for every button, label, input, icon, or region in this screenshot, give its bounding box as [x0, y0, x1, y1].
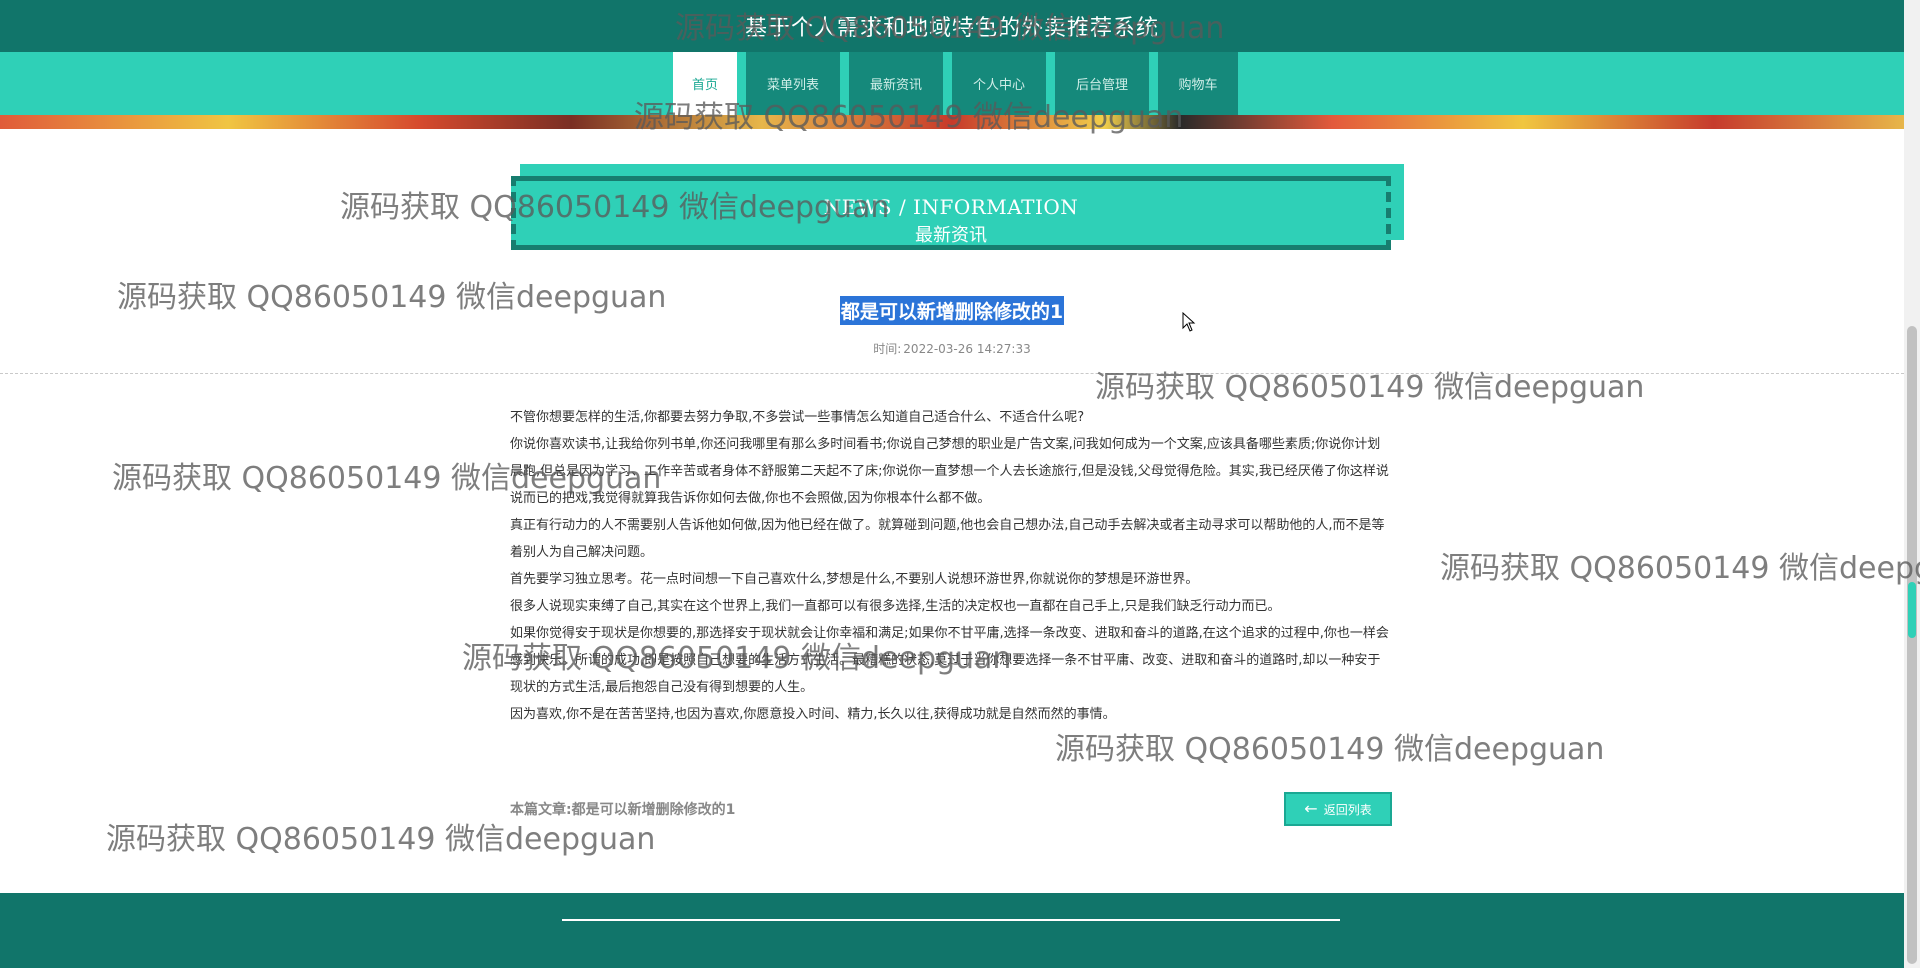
watermark: 源码获取 QQ86050149 微信deepguan — [1095, 370, 1645, 405]
page: 基于个人需求和地域特色的外卖推荐系统 首页 菜单列表 最新资讯 个人中心 后台管… — [0, 0, 1920, 968]
article-title: 都是可以新增删除修改的1 — [839, 296, 1065, 325]
article-title-wrap: 都是可以新增删除修改的1 — [0, 296, 1904, 325]
nav-item-profile[interactable]: 个人中心 — [952, 52, 1046, 115]
article-footer-title: 本篇文章:都是可以新增删除修改的1 — [510, 802, 736, 818]
article-paragraph: 很多人说现实束缚了自己,其实在这个世界上,我们一直都可以有很多选择,生活的决定权… — [510, 599, 1281, 614]
scrollbar-thumb[interactable] — [1907, 326, 1917, 964]
article-paragraph: 你说你喜欢读书,让我给你列书单,你还问我哪里有那么多时间看书;你说自己梦想的职业… — [510, 437, 1389, 506]
article-time: 时间: 2022-03-26 14:27:33 — [0, 340, 1904, 357]
back-to-list-button[interactable]: ← 返回列表 — [1284, 792, 1392, 826]
article-paragraph: 如果你觉得安于现状是你想要的,那选择安于现状就会让你幸福和满足;如果你不甘平庸,… — [510, 626, 1389, 695]
divider — [0, 373, 1904, 374]
site-header: 基于个人需求和地域特色的外卖推荐系统 — [0, 0, 1904, 52]
watermark: 源码获取 QQ86050149 微信deepguan — [106, 822, 656, 857]
site-footer — [0, 893, 1904, 968]
nav-item-menu-list[interactable]: 菜单列表 — [746, 52, 840, 115]
article-paragraph: 首先要学习独立思考。花一点时间想一下自己喜欢什么,梦想是什么,不要别人说想环游世… — [510, 572, 1199, 587]
arrow-left-icon: ← — [1304, 799, 1318, 818]
scrollbar-marker — [1908, 582, 1916, 638]
section-title-cn: 最新资讯 — [915, 225, 987, 246]
article-body: 不管你想要怎样的生活,你都要去努力争取,不多尝试一些事情怎么知道自己适合什么、不… — [510, 404, 1392, 728]
main-nav: 首页 菜单列表 最新资讯 个人中心 后台管理 购物车 — [673, 52, 1238, 115]
section-title-en: NEWS / INFORMATION — [823, 195, 1079, 219]
section-title-box: NEWS / INFORMATION 最新资讯 — [511, 176, 1391, 250]
article-time-label: 时间: — [873, 342, 902, 356]
article-time-value: 2022-03-26 14:27:33 — [903, 342, 1031, 356]
watermark: 源码获取 QQ86050149 微信deepguan — [1440, 551, 1920, 586]
site-title: 基于个人需求和地域特色的外卖推荐系统 — [744, 16, 1159, 41]
nav-item-admin[interactable]: 后台管理 — [1055, 52, 1149, 115]
article-paragraph: 不管你想要怎样的生活,你都要去努力争取,不多尝试一些事情怎么知道自己适合什么、不… — [510, 410, 1085, 425]
mouse-cursor-icon — [1182, 312, 1196, 332]
page-scrollbar[interactable] — [1904, 0, 1920, 968]
nav-item-cart[interactable]: 购物车 — [1158, 52, 1238, 115]
back-to-list-label: 返回列表 — [1323, 802, 1372, 817]
nav-item-home[interactable]: 首页 — [673, 52, 737, 115]
article-paragraph: 因为喜欢,你不是在苦苦坚持,也因为喜欢,你愿意投入时间、精力,长久以往,获得成功… — [510, 707, 1116, 722]
nav-item-news[interactable]: 最新资讯 — [849, 52, 943, 115]
watermark: 源码获取 QQ86050149 微信deepguan — [1055, 732, 1605, 767]
article-paragraph: 真正有行动力的人不需要别人告诉他如何做,因为他已经在做了。就算碰到问题,他也会自… — [510, 518, 1385, 560]
banner-image-strip — [0, 115, 1904, 129]
footer-divider — [562, 919, 1340, 921]
